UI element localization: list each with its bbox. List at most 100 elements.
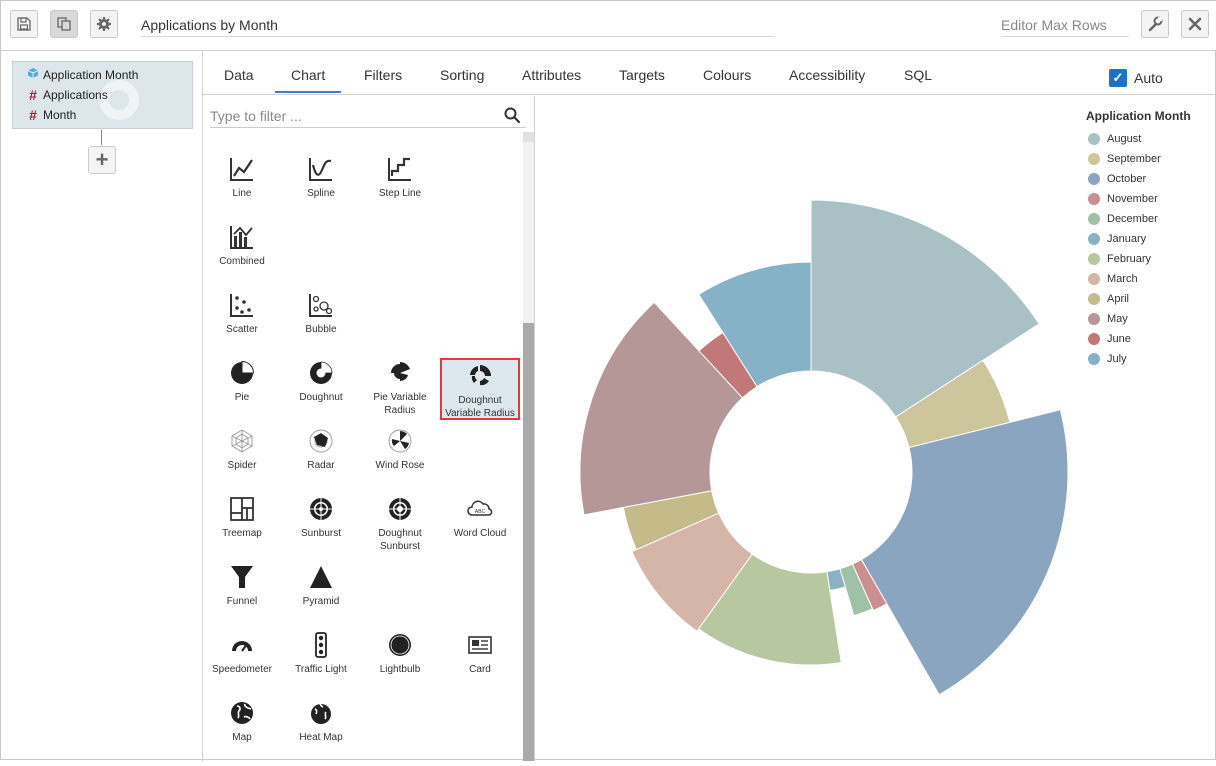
legend-item-october[interactable]: October (1088, 173, 1146, 185)
chart-type-heat-map[interactable]: Heat Map (281, 700, 361, 744)
legend-item-january[interactable]: January (1088, 233, 1146, 245)
field-application-month[interactable]: Application Month (26, 67, 138, 82)
card-icon (468, 636, 492, 654)
legend-item-march[interactable]: March (1088, 273, 1138, 285)
legend-item-april[interactable]: April (1088, 293, 1129, 305)
chart-type-map[interactable]: Map (203, 700, 282, 744)
svg-text:ABC: ABC (475, 509, 486, 515)
chart-type-doughnut-sunburst[interactable]: Doughnut Sunburst (360, 496, 440, 553)
legend-item-may[interactable]: May (1088, 313, 1128, 325)
tab-data[interactable]: Data (224, 67, 254, 83)
app-frame: Applications by Month Editor Max Rows Ap… (0, 0, 1216, 761)
chart-type-speedometer[interactable]: Speedometer (203, 632, 282, 676)
tab-filters[interactable]: Filters (364, 67, 402, 83)
chart-type-step-line[interactable]: Step Line (360, 156, 440, 200)
chart-segment-may[interactable] (579, 301, 744, 516)
chart-type-traffic-light[interactable]: Traffic Light (281, 632, 361, 676)
line-chart-icon (230, 158, 253, 181)
legend-item-september[interactable]: September (1088, 153, 1161, 165)
tab-sorting[interactable]: Sorting (440, 67, 484, 83)
legend-item-february[interactable]: February (1088, 253, 1151, 265)
tools-button[interactable] (1141, 10, 1169, 38)
chart-type-doughnut[interactable]: Doughnut (281, 360, 361, 404)
chart-type-label: Pyramid (302, 596, 340, 607)
save-button[interactable] (10, 10, 38, 38)
chart-type-lightbulb[interactable]: Lightbulb (360, 632, 440, 676)
legend-swatch (1088, 233, 1100, 245)
legend-item-december[interactable]: December (1088, 213, 1158, 225)
check-icon: ✓ (1112, 70, 1124, 85)
chart-type-pie-variable-radius[interactable]: Pie Variable Radius (360, 360, 440, 417)
combined-chart-icon (230, 226, 253, 249)
doughnut-variable-radius-icon (470, 365, 491, 386)
copy-button[interactable] (50, 10, 78, 38)
chart-type-spline[interactable]: Spline (281, 156, 361, 200)
chart-type-scatter[interactable]: Scatter (203, 292, 282, 336)
auto-checkbox[interactable]: ✓ (1109, 69, 1127, 87)
legend-swatch (1088, 153, 1100, 165)
funnel-icon (231, 566, 253, 588)
chart-type-treemap[interactable]: Treemap (203, 496, 282, 540)
chart-type-label: Combined (219, 256, 265, 267)
legend-label: December (1107, 213, 1158, 225)
tab-attributes[interactable]: Attributes (522, 67, 581, 83)
chart-type-card[interactable]: Card (440, 632, 520, 676)
tab-colours[interactable]: Colours (703, 67, 751, 83)
legend-item-august[interactable]: August (1088, 133, 1141, 145)
scrollbar-thumb[interactable] (523, 323, 534, 761)
field-list[interactable]: Application Month # Applications # Month (12, 61, 193, 129)
chart-type-line[interactable]: Line (203, 156, 282, 200)
chart-filter-input[interactable]: Type to filter ... (210, 106, 526, 128)
chart-type-combined[interactable]: Combined (203, 224, 282, 268)
close-button[interactable] (1181, 10, 1209, 38)
legend-swatch (1088, 253, 1100, 265)
chart-type-bubble[interactable]: Bubble (281, 292, 361, 336)
hash-icon: # (29, 87, 37, 103)
chart-type-spider[interactable]: Spider (203, 428, 282, 472)
chart-type-wind-rose[interactable]: Wind Rose (360, 428, 440, 472)
legend-swatch (1088, 133, 1100, 145)
chart-type-label: Treemap (222, 528, 262, 539)
bubble-chart-icon (309, 294, 333, 317)
tab-targets[interactable]: Targets (619, 67, 665, 83)
legend-label: October (1107, 173, 1147, 185)
treemap-icon (230, 497, 254, 521)
field-month[interactable]: # Month (26, 107, 76, 123)
chart-type-doughnut-variable-radius[interactable]: Doughnut Variable Radius (440, 358, 520, 420)
legend-label: April (1107, 293, 1130, 305)
traffic-light-icon (315, 632, 327, 658)
legend-label: March (1107, 273, 1138, 285)
legend-item-july[interactable]: July (1088, 353, 1127, 365)
chart-type-sunburst[interactable]: Sunburst (281, 496, 361, 540)
legend-item-june[interactable]: June (1088, 333, 1131, 345)
report-title-input[interactable]: Applications by Month (141, 15, 775, 37)
chart-type-word-cloud[interactable]: ABC Word Cloud (440, 496, 520, 540)
legend-title: Application Month (1086, 109, 1191, 123)
field-applications[interactable]: # Applications (26, 87, 108, 103)
heat-map-icon (311, 700, 331, 724)
settings-button[interactable] (90, 10, 118, 38)
chart-type-pyramid[interactable]: Pyramid (281, 564, 361, 608)
add-query-button[interactable]: + (88, 146, 116, 174)
chart-type-pie[interactable]: Pie (203, 360, 282, 404)
chart-type-label: Scatter (226, 324, 258, 335)
tab-chart[interactable]: Chart (291, 67, 325, 83)
chart-segment-october[interactable] (860, 409, 1069, 696)
chart-segment-august[interactable] (810, 199, 1040, 418)
close-icon (1188, 17, 1202, 31)
scroll-up-arrow[interactable] (523, 132, 534, 142)
max-rows-input[interactable]: Editor Max Rows (1001, 15, 1129, 37)
legend-label: February (1107, 253, 1152, 265)
chart-type-radar[interactable]: Radar (281, 428, 361, 472)
legend-label: May (1107, 313, 1128, 325)
tab-sql[interactable]: SQL (904, 67, 932, 83)
chart-type-label: Pie (234, 392, 250, 403)
copy-icon (57, 17, 71, 31)
chart-type-funnel[interactable]: Funnel (203, 564, 282, 608)
step-line-chart-icon (388, 157, 411, 181)
legend-item-november[interactable]: November (1088, 193, 1158, 205)
chart-type-label: Traffic Light (295, 664, 347, 675)
tab-accessibility[interactable]: Accessibility (789, 67, 865, 83)
pie-chart-icon (231, 360, 255, 384)
search-icon[interactable] (503, 106, 521, 124)
